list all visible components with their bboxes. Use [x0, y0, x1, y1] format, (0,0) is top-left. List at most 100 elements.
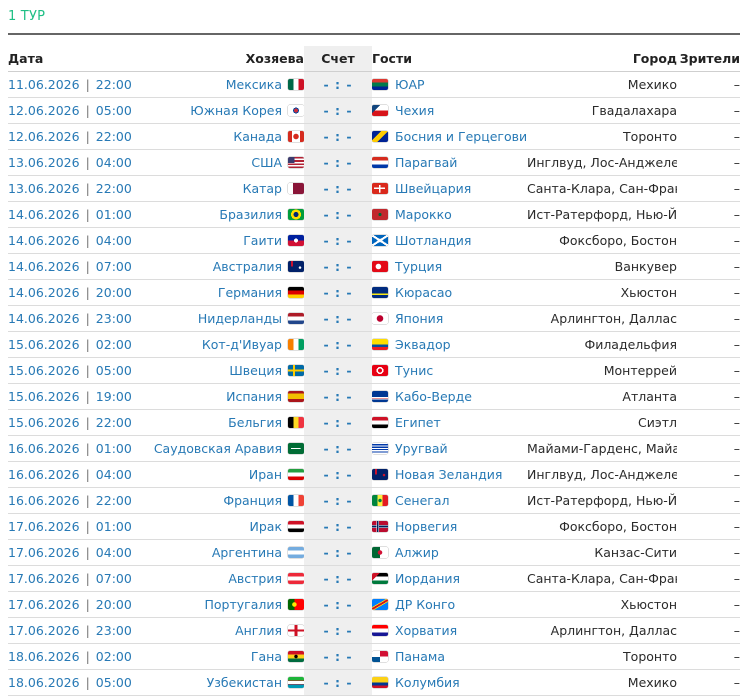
match-score-link[interactable]: - : -	[304, 383, 372, 410]
match-score-link[interactable]: - : -	[304, 487, 372, 514]
match-score-link[interactable]: - : -	[304, 461, 372, 488]
match-datetime-link[interactable]: 14.06.2026 | 07:00	[8, 253, 144, 280]
home-team-link[interactable]: Мексика	[226, 77, 282, 92]
home-team-link[interactable]: Катар	[243, 181, 282, 196]
header-home[interactable]: Хозяева	[144, 46, 304, 72]
match-score-link[interactable]: - : -	[304, 305, 372, 332]
match-score-link[interactable]: - : -	[304, 357, 372, 384]
match-datetime-link[interactable]: 17.06.2026 | 01:00	[8, 513, 144, 540]
match-datetime-link[interactable]: 14.06.2026 | 01:00	[8, 201, 144, 228]
match-score-link[interactable]: - : -	[304, 253, 372, 280]
home-team-link[interactable]: Ирак	[250, 519, 283, 534]
home-team-link[interactable]: Кот-д'Ивуар	[202, 337, 282, 352]
header-guests[interactable]: Гости	[372, 46, 527, 72]
guest-team-link[interactable]: Шотландия	[395, 233, 471, 248]
header-spectators[interactable]: Зрители	[677, 46, 740, 72]
match-score-link[interactable]: - : -	[304, 123, 372, 150]
match-score-link[interactable]: - : -	[304, 409, 372, 436]
match-score-link[interactable]: - : -	[304, 435, 372, 462]
guest-team-link[interactable]: Египет	[395, 415, 441, 430]
home-team-link[interactable]: Иран	[249, 467, 282, 482]
match-score-link[interactable]: - : -	[304, 149, 372, 176]
guest-team-link[interactable]: Панама	[395, 649, 445, 664]
match-datetime-link[interactable]: 14.06.2026 | 23:00	[8, 305, 144, 332]
match-datetime-link[interactable]: 16.06.2026 | 01:00	[8, 435, 144, 462]
home-team-link[interactable]: Португалия	[204, 597, 282, 612]
guest-team-link[interactable]: Сенегал	[395, 493, 450, 508]
guest-team-link[interactable]: Япония	[395, 311, 443, 326]
match-score-link[interactable]: - : -	[304, 565, 372, 592]
match-score-link[interactable]: - : -	[304, 227, 372, 254]
home-team-link[interactable]: Австралия	[213, 259, 282, 274]
match-datetime-link[interactable]: 13.06.2026 | 04:00	[8, 149, 144, 176]
home-team-link[interactable]: Швеция	[229, 363, 282, 378]
home-team-link[interactable]: Саудовская Аравия	[154, 441, 282, 456]
match-datetime-link[interactable]: 12.06.2026 | 22:00	[8, 123, 144, 150]
guest-team-link[interactable]: Эквадор	[395, 337, 451, 352]
match-datetime-link[interactable]: 17.06.2026 | 23:00	[8, 617, 144, 644]
guest-team-link[interactable]: Норвегия	[395, 519, 457, 534]
match-datetime-link[interactable]: 16.06.2026 | 22:00	[8, 487, 144, 514]
match-score-link[interactable]: - : -	[304, 643, 372, 670]
guest-team-link[interactable]: Хорватия	[395, 623, 457, 638]
match-datetime-link[interactable]: 15.06.2026 | 02:00	[8, 331, 144, 358]
header-date[interactable]: Дата	[8, 46, 144, 72]
guest-team-link[interactable]: Марокко	[395, 207, 452, 222]
home-team-link[interactable]: Гана	[251, 649, 282, 664]
home-team-link[interactable]: Бельгия	[228, 415, 282, 430]
home-team-link[interactable]: Нидерланды	[198, 311, 282, 326]
match-datetime-link[interactable]: 13.06.2026 | 22:00	[8, 175, 144, 202]
match-datetime-link[interactable]: 15.06.2026 | 22:00	[8, 409, 144, 436]
match-score-link[interactable]: - : -	[304, 71, 372, 98]
match-score-link[interactable]: - : -	[304, 331, 372, 358]
guest-team-link[interactable]: Чехия	[395, 103, 434, 118]
match-score-link[interactable]: - : -	[304, 279, 372, 306]
home-team-link[interactable]: Южная Корея	[190, 103, 282, 118]
match-datetime-link[interactable]: 11.06.2026 | 22:00	[8, 71, 144, 98]
home-team-link[interactable]: Аргентина	[212, 545, 282, 560]
home-team-link[interactable]: Германия	[218, 285, 282, 300]
home-team-link[interactable]: Австрия	[228, 571, 282, 586]
guest-team-link[interactable]: Алжир	[395, 545, 439, 560]
match-datetime-link[interactable]: 17.06.2026 | 20:00	[8, 591, 144, 618]
match-datetime-link[interactable]: 12.06.2026 | 05:00	[8, 97, 144, 124]
guest-team-link[interactable]: Уругвай	[395, 441, 448, 456]
match-datetime-link[interactable]: 14.06.2026 | 04:00	[8, 227, 144, 254]
flag-algeria-icon	[372, 547, 388, 558]
match-score-link[interactable]: - : -	[304, 539, 372, 566]
home-team-link[interactable]: Испания	[226, 389, 282, 404]
header-city[interactable]: Город	[527, 46, 677, 72]
guest-team-link[interactable]: Швейцария	[395, 181, 471, 196]
guest-team-link[interactable]: ДР Конго	[395, 597, 455, 612]
guest-team-link[interactable]: Турция	[395, 259, 442, 274]
home-team-link[interactable]: Франция	[223, 493, 282, 508]
home-team-link[interactable]: Бразилия	[219, 207, 282, 222]
match-score-link[interactable]: - : -	[304, 201, 372, 228]
date-separator: |	[85, 155, 90, 170]
match-datetime-link[interactable]: 18.06.2026 | 02:00	[8, 643, 144, 670]
home-team-link[interactable]: США	[251, 155, 282, 170]
guest-team-link[interactable]: Тунис	[395, 363, 433, 378]
match-datetime-link[interactable]: 15.06.2026 | 19:00	[8, 383, 144, 410]
home-team-link[interactable]: Гаити	[243, 233, 282, 248]
guest-team-link[interactable]: Босния и Герцеговина	[395, 129, 527, 144]
header-score[interactable]: Счет	[304, 46, 372, 72]
guest-team-link[interactable]: Иордания	[395, 571, 460, 586]
match-score-link[interactable]: - : -	[304, 97, 372, 124]
match-datetime-link[interactable]: 17.06.2026 | 04:00	[8, 539, 144, 566]
guest-team-link[interactable]: ЮАР	[395, 77, 425, 92]
guest-team-link[interactable]: Кабо-Верде	[395, 389, 472, 404]
guest-team-link[interactable]: Парагвай	[395, 155, 457, 170]
match-datetime-link[interactable]: 16.06.2026 | 04:00	[8, 461, 144, 488]
match-datetime-link[interactable]: 17.06.2026 | 07:00	[8, 565, 144, 592]
guest-team-link[interactable]: Новая Зеландия	[395, 467, 502, 482]
home-team-link[interactable]: Англия	[235, 623, 282, 638]
match-score-link[interactable]: - : -	[304, 175, 372, 202]
match-score-link[interactable]: - : -	[304, 513, 372, 540]
home-team-link[interactable]: Канада	[233, 129, 282, 144]
match-score-link[interactable]: - : -	[304, 617, 372, 644]
match-score-link[interactable]: - : -	[304, 591, 372, 618]
match-datetime-link[interactable]: 15.06.2026 | 05:00	[8, 357, 144, 384]
match-datetime-link[interactable]: 14.06.2026 | 20:00	[8, 279, 144, 306]
guest-team-link[interactable]: Кюрасао	[395, 285, 452, 300]
